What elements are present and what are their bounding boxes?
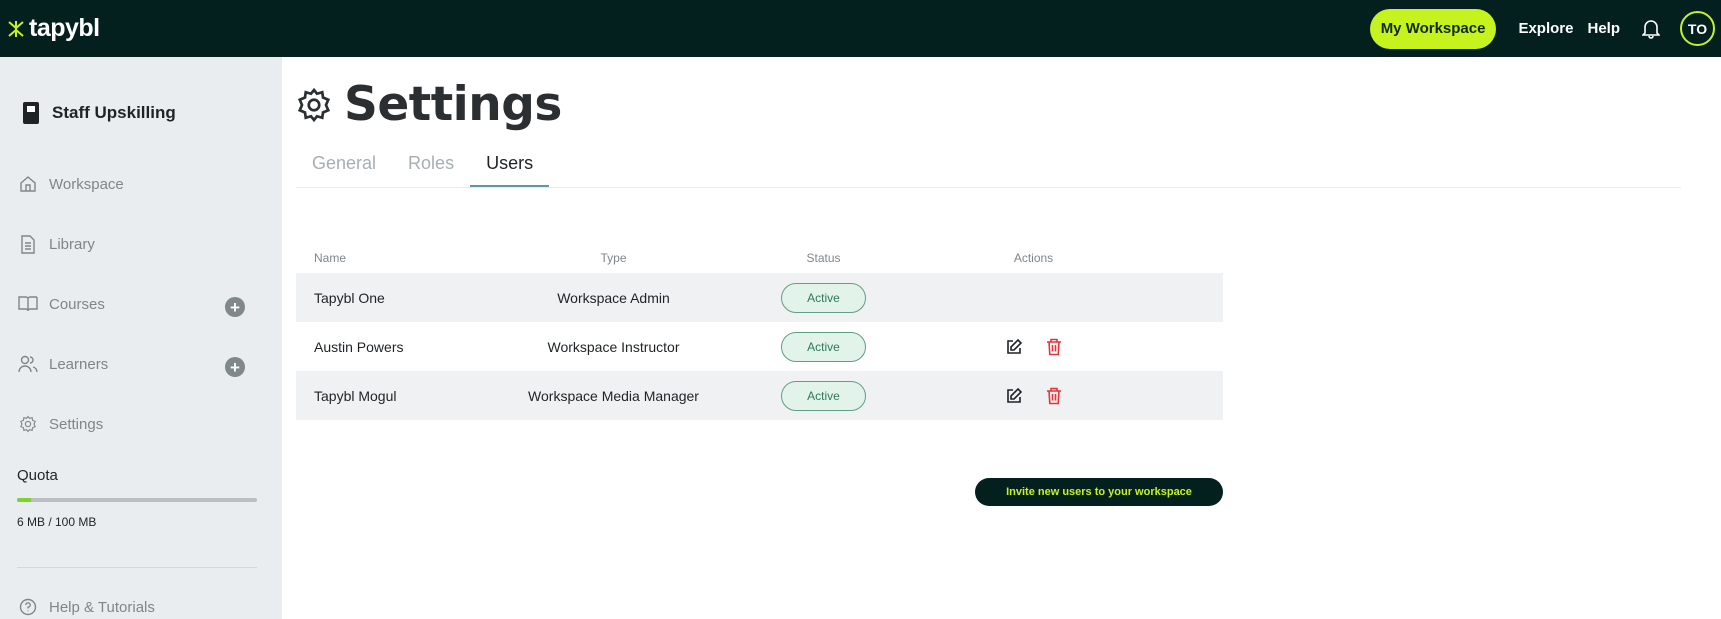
workspace-title[interactable]: Staff Upskilling [22, 101, 176, 125]
quota-progress-bar [17, 498, 257, 502]
logo-mark-icon [8, 20, 24, 37]
sidebar-item-label: Courses [49, 295, 105, 313]
quota-usage-text: 6 MB / 100 MB [17, 515, 97, 529]
sidebar-item-label: Library [49, 235, 95, 253]
main-content: Settings General Roles Users Name Type S… [282, 57, 1721, 619]
tapybl-logo[interactable]: tapybl [6, 14, 100, 43]
user-type: Workspace Instructor [547, 338, 680, 355]
status-badge: Active [781, 282, 866, 313]
user-name: Tapybl One [314, 289, 385, 306]
row-actions [946, 337, 1121, 357]
my-workspace-button[interactable]: My Workspace [1369, 8, 1497, 49]
user-name: Austin Powers [314, 338, 404, 355]
table-row: Tapybl Mogul Workspace Media Manager Act… [296, 371, 1223, 420]
sidebar-item-courses[interactable]: Courses [18, 294, 248, 314]
settings-tabs: General Roles Users [296, 147, 1681, 188]
home-icon [18, 174, 38, 194]
column-header-type: Type [600, 250, 627, 265]
page-title-text: Settings [344, 77, 562, 132]
table-row: Tapybl One Workspace Admin Active [296, 273, 1223, 322]
status-badge: Active [781, 380, 866, 411]
help-circle-icon [18, 597, 38, 617]
sidebar-item-learners[interactable]: Learners [18, 354, 248, 374]
quota-progress-fill [17, 498, 32, 502]
sidebar-item-label: Workspace [49, 175, 124, 193]
user-type: Workspace Admin [557, 289, 670, 306]
column-header-actions: Actions [1013, 250, 1054, 265]
column-header-name: Name [314, 250, 347, 265]
top-right-controls: My Workspace Explore Help TO [1369, 0, 1715, 57]
trash-icon[interactable] [1044, 337, 1064, 357]
edit-icon[interactable] [1004, 386, 1024, 406]
status-badge: Active [781, 331, 866, 362]
quota-label: Quota [17, 467, 58, 484]
users-table: Name Type Status Actions Tapybl One Work… [296, 242, 1223, 420]
table-header: Name Type Status Actions [296, 242, 1223, 273]
column-header-status: Status [806, 250, 841, 265]
sidebar-item-label: Learners [49, 355, 109, 373]
sidebar-item-settings[interactable]: Settings [18, 414, 248, 434]
user-type: Workspace Media Manager [528, 387, 699, 404]
sidebar: Staff Upskilling Workspace Library Cours… [0, 57, 282, 619]
logo-text: tapybl [29, 14, 100, 42]
settings-gear-icon [297, 87, 331, 122]
user-name: Tapybl Mogul [314, 387, 397, 404]
sidebar-item-library[interactable]: Library [18, 234, 248, 254]
bell-icon[interactable] [1640, 18, 1662, 40]
document-icon [18, 234, 38, 254]
table-row: Austin Powers Workspace Instructor Activ… [296, 322, 1223, 371]
sidebar-item-label: Help & Tutorials [49, 598, 155, 616]
avatar[interactable]: TO [1680, 11, 1715, 46]
help-link[interactable]: Help [1587, 20, 1620, 37]
sidebar-item-workspace[interactable]: Workspace [18, 174, 248, 194]
sidebar-item-help[interactable]: Help & Tutorials [18, 597, 248, 617]
explore-link[interactable]: Explore [1518, 20, 1573, 37]
add-learner-button[interactable]: + [225, 357, 245, 377]
top-navbar: tapybl My Workspace Explore Help TO [0, 0, 1721, 57]
book-open-icon [18, 294, 38, 314]
tab-roles[interactable]: Roles [392, 147, 470, 187]
workspace-book-icon [23, 102, 39, 124]
tab-users[interactable]: Users [470, 147, 550, 187]
gear-icon [18, 414, 38, 434]
trash-icon[interactable] [1044, 386, 1064, 406]
sidebar-item-label: Settings [49, 415, 104, 433]
add-course-button[interactable]: + [225, 297, 245, 317]
row-actions [946, 386, 1121, 406]
invite-users-button[interactable]: Invite new users to your workspace [975, 478, 1223, 506]
edit-icon[interactable] [1004, 337, 1024, 357]
sidebar-divider [17, 567, 257, 568]
tab-general[interactable]: General [296, 147, 392, 187]
workspace-name: Staff Upskilling [52, 103, 176, 122]
page-title: Settings [296, 77, 562, 132]
users-icon [18, 354, 38, 374]
